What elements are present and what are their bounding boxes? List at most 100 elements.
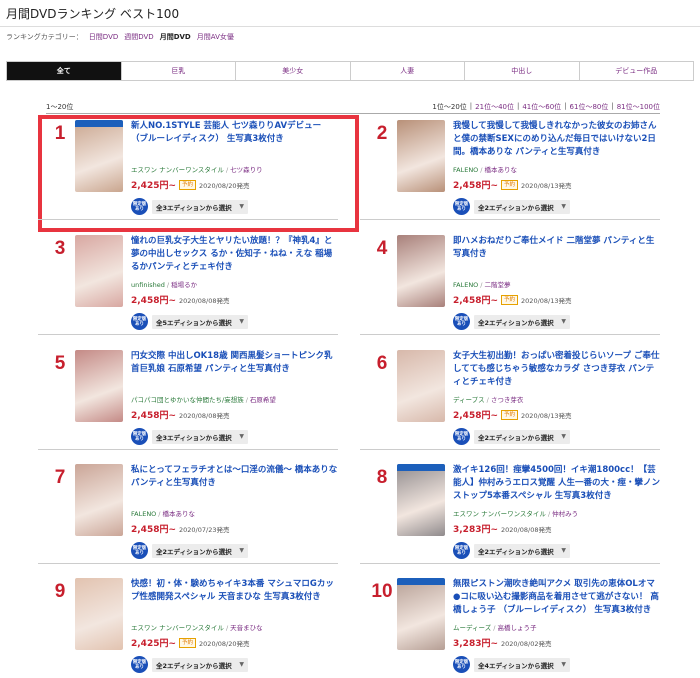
price-row: 2,425円~ 予約 2020/08/20発売 (131, 636, 339, 649)
release-date-value: 2020/07/23 (179, 525, 217, 534)
release-date: 2020/08/13発売 (521, 295, 571, 305)
maker-line: ムーディーズ / 高橋しょう子 (453, 622, 661, 632)
tab-debut[interactable]: デビュー作品 (580, 62, 694, 80)
category-link-weekly[interactable]: 週間DVD (124, 32, 153, 42)
product-thumbnail[interactable] (75, 235, 123, 307)
actress-link[interactable]: 石原希望 (250, 396, 276, 404)
release-suffix: 発売 (236, 639, 250, 648)
maker-link[interactable]: ディープス (453, 396, 485, 404)
edition-select[interactable]: 全2エディションから選択 ▼ (152, 543, 248, 558)
product-title-link[interactable]: 憧れの巨乳女子大生とヤリたい放題！？『神乳4』と夢の中出しセックス るか・佐知子… (131, 235, 339, 274)
product-thumbnail[interactable] (75, 464, 123, 536)
actress-link[interactable]: 橋本ありな (163, 510, 196, 518)
actress-link[interactable]: 二階堂夢 (485, 281, 511, 289)
product-thumbnail[interactable] (397, 464, 445, 536)
rank-number: 7 (54, 467, 66, 488)
product-title-link[interactable]: 女子大生初出勤！おっぱい密着投じらいソープ ご奉仕してても感じちゃう敏感なカラダ… (453, 350, 661, 389)
product-thumbnail[interactable] (397, 578, 445, 650)
product-title-link[interactable]: 私にとってフェラチオとは〜口淫の流儀〜 橋本ありな パンティと生写真付き (131, 464, 339, 503)
maker-link[interactable]: ムーディーズ (453, 624, 491, 632)
maker-separator: / (547, 510, 551, 518)
price: 2,425円~ (131, 639, 177, 649)
maker-link[interactable]: FALENO (131, 510, 156, 518)
product-title-link[interactable]: 無限ピストン潮吹き絶叫アクメ 取引先の恵体OLオマ●コに吸い込む撮影商品を着用さ… (453, 578, 661, 617)
pager-page-4[interactable]: 61位〜80位 (570, 102, 609, 112)
product-info: 憧れの巨乳女子大生とヤリたい放題！？『神乳4』と夢の中出しセックス るか・佐知子… (131, 235, 339, 330)
maker-link[interactable]: FALENO (453, 281, 478, 289)
pager-page-3[interactable]: 41位〜60位 (522, 102, 561, 112)
edition-select[interactable]: 全3エディションから選択 ▼ (152, 199, 248, 214)
chevron-down-icon: ▼ (561, 661, 566, 668)
actress-link[interactable]: 高橋しょう子 (497, 624, 536, 632)
product-thumbnail[interactable] (397, 350, 445, 422)
release-suffix: 発売 (216, 411, 230, 420)
edition-row: 限定版あり 全2エディションから選択 ▼ (131, 656, 339, 673)
edition-select[interactable]: 全2エディションから選択 ▼ (474, 199, 570, 214)
pager-page-2[interactable]: 21位〜40位 (475, 102, 514, 112)
reserve-badge: 予約 (501, 294, 519, 305)
release-date-value: 2020/08/08 (501, 525, 539, 534)
edition-select[interactable]: 全4エディションから選択 ▼ (474, 657, 570, 672)
actress-link[interactable]: 天音まひな (230, 624, 263, 632)
product-info: 即ハメおねだりご奉仕メイド 二階堂夢 パンティと生写真付き FALENO / 二階堂夢… (453, 235, 661, 330)
actress-link[interactable]: 稲場るか (171, 281, 197, 289)
maker-link[interactable]: エスワン ナンバーワンスタイル (453, 510, 546, 518)
release-date-value: 2020/08/20 (199, 181, 237, 190)
release-date-value: 2020/08/13 (521, 296, 559, 305)
actress-link[interactable]: さつき芽衣 (491, 396, 524, 404)
price: 2,458円~ (131, 411, 177, 421)
category-link-daily[interactable]: 日間DVD (89, 32, 118, 42)
maker-link[interactable]: パコパコ団とゆかいな仲間たち/妄想族 (131, 396, 244, 404)
release-date: 2020/08/08発売 (501, 524, 551, 534)
page-header: 月間DVDランキング ベスト100 (0, 0, 700, 27)
limited-edition-badge: 限定版あり (131, 198, 148, 215)
price-row: 2,425円~ 予約 2020/08/20発売 (131, 178, 339, 191)
pager: 1位〜20位 | 21位〜40位 | 41位〜60位 | 61位〜80位 | 81位〜1… (432, 102, 660, 112)
product-thumbnail[interactable] (397, 235, 445, 307)
product-title-link[interactable]: 快感！初・体・験めちゃイキ3本番 マシュマロGカップ性感開発スペシャル 天音まひ… (131, 578, 339, 617)
actress-link[interactable]: 橋本ありな (485, 166, 518, 174)
product-info: 新人NO.1STYLE 芸能人 七ツ森りりAVデビュー （ブルーレイディスク） … (131, 120, 339, 215)
tab-all[interactable]: 全て (7, 62, 122, 80)
edition-select-label: 全5エディションから選択 (156, 318, 232, 327)
edition-select[interactable]: 全2エディションから選択 ▼ (474, 543, 570, 558)
actress-link[interactable]: 仲村みう (552, 510, 578, 518)
ranking-item: 6 女子大生初出勤！おっぱい密着投じらいソープ ご奉仕してても感じちゃう敏感なカラ… (360, 345, 660, 448)
edition-select-label: 全2エディションから選択 (156, 661, 232, 670)
product-title-link[interactable]: 即ハメおねだりご奉仕メイド 二階堂夢 パンティと生写真付き (453, 235, 661, 274)
product-title-link[interactable]: 激イキ126回！痙攣4500回！イキ潮1800cc！【芸能人】仲村みうエロス覚醒… (453, 464, 661, 503)
product-title-link[interactable]: 新人NO.1STYLE 芸能人 七ツ森りりAVデビュー （ブルーレイディスク） … (131, 120, 339, 159)
edition-select[interactable]: 全2エディションから選択 ▼ (152, 657, 248, 672)
product-title-link[interactable]: 円女交際 中出しOK18歳 関西黒髪ショートピンク乳首巨乳娘 石原希望 パンティ… (131, 350, 339, 389)
tab-married-woman[interactable]: 人妻 (351, 62, 465, 80)
edition-select[interactable]: 全3エディションから選択 ▼ (152, 429, 248, 444)
actress-link[interactable]: 七ツ森りり (230, 166, 263, 174)
edition-select[interactable]: 全5エディションから選択 ▼ (152, 314, 248, 329)
maker-line: FALENO / 橋本ありな (453, 164, 661, 174)
product-thumbnail[interactable] (75, 350, 123, 422)
ranking-item: 5 円女交際 中出しOK18歳 関西黒髪ショートピンク乳首巨乳娘 石原希望 パンテ… (38, 345, 338, 448)
maker-link[interactable]: unfinished (131, 281, 165, 289)
release-date: 2020/08/20発売 (199, 180, 249, 190)
product-thumbnail[interactable] (75, 120, 123, 192)
pager-page-5[interactable]: 81位〜100位 (617, 102, 660, 112)
release-suffix: 発売 (216, 525, 230, 534)
product-thumbnail[interactable] (397, 120, 445, 192)
tab-creampie[interactable]: 中出し (465, 62, 580, 80)
tab-beautiful-girl[interactable]: 美少女 (236, 62, 351, 80)
reserve-badge: 予約 (501, 409, 519, 420)
category-link-monthly-actress[interactable]: 月間AV女優 (197, 32, 234, 42)
maker-line: パコパコ団とゆかいな仲間たち/妄想族 / 石原希望 (131, 394, 339, 404)
limited-edition-badge: 限定版あり (453, 428, 470, 445)
price-row: 2,458円~ 2020/08/08発売 (131, 293, 339, 306)
edition-select[interactable]: 全2エディションから選択 ▼ (474, 429, 570, 444)
product-title-link[interactable]: 我慢して我慢して我慢しきれなかった彼女のお姉さんと僕の禁断SEXにのめり込んだ毎… (453, 120, 661, 159)
maker-link[interactable]: エスワン ナンバーワンスタイル (131, 624, 224, 632)
tab-big-breasts[interactable]: 巨乳 (122, 62, 236, 80)
genre-tabs: 全て 巨乳 美少女 人妻 中出し デビュー作品 (6, 61, 694, 81)
maker-link[interactable]: エスワン ナンバーワンスタイル (131, 166, 224, 174)
edition-select[interactable]: 全2エディションから選択 ▼ (474, 314, 570, 329)
product-thumbnail[interactable] (75, 578, 123, 650)
maker-link[interactable]: FALENO (453, 166, 478, 174)
chevron-down-icon: ▼ (239, 203, 244, 210)
